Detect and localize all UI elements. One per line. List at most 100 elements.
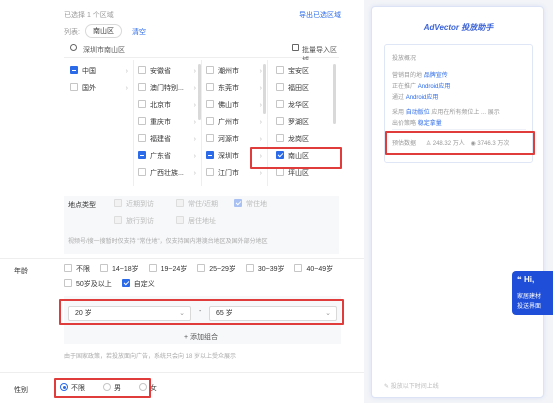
cascader-item-label: 江门市 [218, 170, 239, 177]
checkbox[interactable] [206, 100, 214, 109]
location-type-option-label: 常住/近期 [188, 201, 218, 208]
checkbox[interactable] [138, 117, 146, 126]
cascader-item[interactable]: 福建省 › [134, 132, 201, 147]
chat-bubble-hi: Hi, [523, 275, 535, 284]
checkbox[interactable] [64, 279, 72, 288]
checkbox[interactable] [276, 168, 284, 177]
cascader-item-label: 深圳市 [218, 153, 239, 160]
checkbox[interactable] [206, 168, 214, 177]
age-option[interactable]: 自定义 [121, 279, 155, 288]
checkbox[interactable] [206, 117, 214, 126]
age-option[interactable]: 30~39岁 [245, 264, 285, 273]
chevron-right-icon: › [125, 85, 128, 92]
age-option[interactable]: 14~18岁 [99, 264, 139, 273]
cascader-item[interactable]: 广州市 › [202, 115, 267, 130]
checkbox[interactable] [138, 66, 146, 75]
checkbox[interactable] [197, 264, 206, 273]
location-type-option[interactable]: 近期到访 [114, 199, 154, 209]
checkbox[interactable] [148, 264, 157, 273]
overview-line: 出价策略 稳定拿量 [392, 118, 442, 127]
chat-bubble-line: 家居建材 [517, 294, 542, 300]
cascader-item[interactable]: 中国 › [64, 64, 133, 79]
age-option[interactable]: 25~29岁 [197, 264, 236, 273]
checkbox[interactable] [70, 66, 78, 75]
checkbox[interactable] [114, 216, 122, 225]
chat-bubble[interactable]: ❝ Hi, 家居建材 投送界面 [512, 271, 553, 315]
cascader-item[interactable]: 福田区 [268, 81, 339, 96]
checkbox[interactable] [138, 134, 146, 143]
scrollbar[interactable] [333, 64, 336, 124]
checkbox[interactable] [176, 216, 184, 225]
scrollbar[interactable] [198, 64, 201, 120]
checkbox[interactable] [138, 83, 146, 92]
checkbox[interactable] [206, 134, 214, 143]
age-option-label: 30~39岁 [257, 266, 285, 273]
overview-value: 稳定拿量 [417, 121, 442, 127]
checkbox[interactable] [276, 66, 284, 75]
age-option[interactable]: 不限 [64, 264, 90, 273]
cascader-item[interactable]: 澳门特别... › [134, 81, 201, 96]
cascader-item[interactable]: 佛山市 › [202, 98, 267, 113]
cascader-item[interactable]: 宝安区 [268, 64, 339, 79]
chevron-right-icon: › [259, 119, 262, 126]
checkbox[interactable] [276, 83, 284, 92]
highlight-box [54, 378, 151, 398]
checkbox[interactable] [70, 83, 78, 92]
location-type-option-label: 居住地址 [188, 218, 216, 225]
region-search-bar[interactable]: 深圳市南山区 批量导入区域 [64, 42, 339, 64]
cascader-item[interactable]: 罗湖区 [268, 115, 339, 130]
age-option[interactable]: 40~49岁 [294, 264, 333, 273]
cascader-item[interactable]: 广西壮族... › [134, 166, 201, 181]
assistant-panel: AdVector 投放助手 投放概况 营销目的地 品牌宣传 正在推广 Andro… [371, 6, 544, 398]
location-type-option[interactable]: 常住地 [234, 199, 267, 209]
selected-region-chip-label: 南山区 [93, 28, 114, 35]
export-selected-link[interactable]: 导出已选区域 [299, 10, 341, 20]
age-option[interactable]: 19~24岁 [148, 264, 187, 273]
scrollbar[interactable] [263, 64, 266, 114]
cascader-item[interactable]: 龙华区 [268, 98, 339, 113]
checkbox[interactable] [276, 134, 284, 143]
checkbox[interactable] [206, 151, 214, 160]
checkbox[interactable] [176, 199, 184, 208]
checkbox[interactable] [234, 199, 242, 208]
location-type-option[interactable]: 旅行到访 [114, 216, 154, 226]
cascader-item[interactable]: 北京市 › [134, 98, 201, 113]
cascader-item-label: 宝安区 [288, 68, 309, 75]
checkbox[interactable] [138, 100, 146, 109]
checkbox[interactable] [206, 66, 214, 75]
add-combo-button[interactable]: + 添加组合 [184, 332, 218, 342]
checkbox[interactable] [114, 199, 122, 208]
clear-link[interactable]: 清空 [132, 27, 146, 37]
checkbox[interactable] [276, 100, 284, 109]
checkbox[interactable] [276, 117, 284, 126]
checkbox[interactable] [64, 264, 72, 273]
overview-extra: 应用在所有频位上 ... 展示 [431, 110, 500, 116]
cascader-item[interactable]: 河源市 › [202, 132, 267, 147]
checkbox[interactable] [245, 264, 254, 273]
overview-line: 采用 自动版位 应用在所有频位上 ... 展示 [392, 107, 500, 116]
checkbox[interactable] [294, 264, 303, 273]
cascader-item[interactable]: 潮州市 › [202, 64, 267, 79]
age-option[interactable]: 50岁及以上 [64, 279, 112, 288]
checkbox[interactable] [138, 151, 146, 160]
chevron-right-icon: › [193, 136, 196, 143]
cascader-item[interactable]: 重庆市 › [134, 115, 201, 130]
selected-region-chip[interactable]: 南山区 [85, 24, 122, 38]
checkbox[interactable] [206, 83, 214, 92]
region-search-input[interactable]: 深圳市南山区 [83, 45, 125, 55]
cascader-item[interactable]: 东莞市 › [202, 81, 267, 96]
cascader-item-label: 福建省 [150, 136, 171, 143]
chevron-right-icon: › [193, 170, 196, 177]
checkbox[interactable] [121, 279, 130, 288]
cascader-item-label: 龙华区 [288, 102, 309, 109]
checkbox[interactable] [138, 168, 146, 177]
assistant-title: AdVector 投放助手 [423, 23, 494, 32]
cascader-item[interactable]: 龙岗区 [268, 132, 339, 147]
cascader-item[interactable]: 广东省 › [134, 149, 201, 164]
cascader-item[interactable]: 国外 › [64, 81, 133, 96]
location-type-option[interactable]: 常住/近期 [176, 199, 218, 209]
cascader-item[interactable]: 安徽省 › [134, 64, 201, 79]
location-type-option[interactable]: 居住地址 [176, 216, 216, 226]
cascader-item-label: 龙岗区 [288, 136, 309, 143]
checkbox[interactable] [99, 264, 108, 273]
